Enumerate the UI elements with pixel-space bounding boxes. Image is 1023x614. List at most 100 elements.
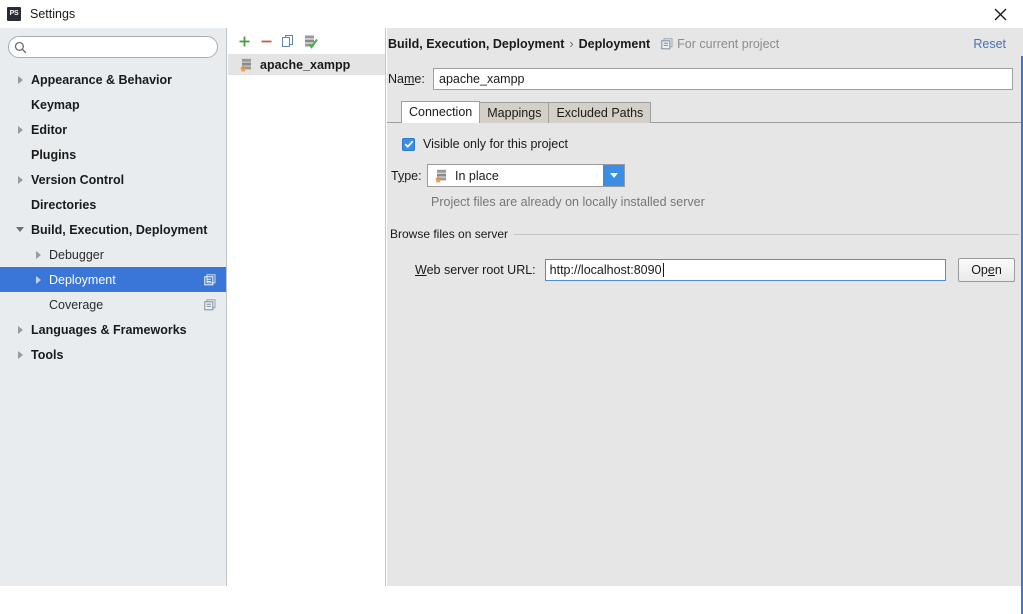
chevron-right-icon[interactable] <box>12 75 28 84</box>
chevron-down-icon <box>609 173 618 178</box>
sidebar-item-label: Tools <box>31 347 64 362</box>
breadcrumb-current: Deployment <box>578 36 651 51</box>
chevron-right-icon[interactable] <box>12 125 28 134</box>
minus-icon <box>261 40 271 42</box>
name-row: Name: apache_xampp <box>387 65 1023 93</box>
sidebar-item-label: Debugger <box>49 247 104 262</box>
type-label-pre: T <box>391 168 398 183</box>
project-scope-icon <box>661 37 673 49</box>
name-label-post: e: <box>414 72 425 86</box>
type-label-post: pe: <box>404 168 422 183</box>
web-server-url-row: Web server root URL: http://localhost:80… <box>390 258 1019 282</box>
visible-only-label: Visible only for this project <box>423 137 568 151</box>
type-combobox[interactable]: In place <box>427 164 625 187</box>
sidebar-item-label: Directories <box>31 197 97 212</box>
server-items: apache_xampp <box>228 54 385 75</box>
add-server-button[interactable] <box>233 30 255 52</box>
open-button-post: n <box>994 263 1002 277</box>
copy-server-button[interactable] <box>277 30 299 52</box>
sidebar-item-debugger[interactable]: Debugger <box>0 242 226 267</box>
type-value: In place <box>455 168 499 183</box>
chevron-right-icon[interactable] <box>30 275 46 284</box>
breadcrumb-root[interactable]: Build, Execution, Deployment <box>388 37 564 51</box>
sidebar-item-coverage[interactable]: Coverage <box>0 292 226 317</box>
name-label: Name: <box>388 72 433 86</box>
chevron-right-icon[interactable] <box>12 350 28 359</box>
server-list-toolbar <box>228 28 385 54</box>
project-scope-icon <box>204 273 216 285</box>
chevron-right-icon[interactable] <box>30 250 46 259</box>
sidebar-item-plugins[interactable]: Plugins <box>0 142 226 167</box>
phpstorm-logo-icon <box>7 7 21 21</box>
name-input-value: apache_xampp <box>439 72 525 86</box>
settings-sidebar: Appearance & Behavior Keymap Editor Plugins… <box>0 28 227 586</box>
breadcrumb: Build, Execution, Deployment › Deploymen… <box>387 28 1023 59</box>
url-label-mnemonic: W <box>415 263 427 277</box>
close-button[interactable] <box>977 0 1023 28</box>
title-bar: Settings <box>0 0 1023 28</box>
sidebar-item-version-control[interactable]: Version Control <box>0 167 226 192</box>
type-row: Type: In place <box>387 164 1023 187</box>
server-icon <box>239 58 253 72</box>
server-list-item-label: apache_xampp <box>260 57 351 72</box>
text-caret <box>662 263 664 277</box>
project-scope-icon <box>204 298 216 310</box>
visible-only-checkbox[interactable] <box>402 137 415 151</box>
plus-icon <box>239 36 249 46</box>
sidebar-item-languages-frameworks[interactable]: Languages & Frameworks <box>0 317 226 342</box>
window-title: Settings <box>30 7 76 21</box>
sidebar-item-label: Languages & Frameworks <box>31 322 187 337</box>
url-label-post: eb server root URL: <box>426 263 536 277</box>
type-label: Type: <box>391 169 427 183</box>
open-button[interactable]: Op e n <box>958 258 1015 282</box>
sidebar-item-label: Build, Execution, Deployment <box>31 222 208 237</box>
sidebar-item-appearance-behavior[interactable]: Appearance & Behavior <box>0 67 226 92</box>
browse-files-group-title: Browse files on server <box>390 227 509 241</box>
sidebar-item-label: Coverage <box>49 297 104 312</box>
settings-search-box[interactable] <box>8 36 218 58</box>
remove-server-button[interactable] <box>255 30 277 52</box>
server-list-item[interactable]: apache_xampp <box>228 54 385 75</box>
web-server-url-label: Web server root URL: <box>415 263 536 277</box>
chevron-right-icon[interactable] <box>12 175 28 184</box>
chevron-right-icon[interactable] <box>12 325 28 334</box>
name-input[interactable]: apache_xampp <box>433 68 1013 90</box>
reset-link[interactable]: Reset <box>973 37 1006 51</box>
copy-icon <box>282 35 293 47</box>
settings-dialog-body: Appearance & Behavior Keymap Editor Plugins… <box>0 28 1023 614</box>
sidebar-item-tools[interactable]: Tools <box>0 342 226 367</box>
server-icon <box>434 169 448 183</box>
close-icon <box>994 8 1006 20</box>
search-icon <box>14 41 32 54</box>
web-server-url-value: http://localhost:8090 <box>549 263 662 277</box>
settings-tree: Appearance & Behavior Keymap Editor Plugins… <box>0 67 226 367</box>
set-default-server-button[interactable] <box>299 30 321 52</box>
browse-files-group-header: Browse files on server <box>390 227 1019 241</box>
chevron-down-icon[interactable] <box>12 227 28 232</box>
tab-mappings[interactable]: Mappings <box>479 102 550 123</box>
sidebar-item-directories[interactable]: Directories <box>0 192 226 217</box>
type-dropdown-button[interactable] <box>603 165 624 186</box>
connection-tabs: Connection Mappings Excluded Paths <box>387 101 1023 123</box>
sidebar-item-deployment[interactable]: Deployment <box>0 267 226 292</box>
sidebar-item-label: Plugins <box>31 147 77 162</box>
name-label-mnemonic: m <box>403 72 415 86</box>
search-input[interactable] <box>32 38 209 56</box>
server-check-icon <box>304 35 318 49</box>
sidebar-item-label: Deployment <box>49 272 116 287</box>
open-button-pre: Op <box>971 263 988 277</box>
sidebar-item-keymap[interactable]: Keymap <box>0 92 226 117</box>
sidebar-item-label: Appearance & Behavior <box>31 72 173 87</box>
connection-tab-panel: Visible only for this project Type: In p… <box>387 123 1023 282</box>
sidebar-item-editor[interactable]: Editor <box>0 117 226 142</box>
name-label-pre: Na <box>388 72 404 86</box>
scope-indicator: For current project <box>661 37 779 51</box>
sidebar-item-build-execution-deployment[interactable]: Build, Execution, Deployment <box>0 217 226 242</box>
tab-excluded-paths[interactable]: Excluded Paths <box>548 102 652 123</box>
project-scope-badge <box>204 298 216 311</box>
open-button-mnemonic: e <box>987 263 995 277</box>
tab-connection[interactable]: Connection <box>401 101 481 123</box>
deployment-settings-panel: Build, Execution, Deployment › Deploymen… <box>387 28 1023 586</box>
sidebar-item-label: Version Control <box>31 172 125 187</box>
web-server-url-input[interactable]: http://localhost:8090 <box>544 259 946 281</box>
